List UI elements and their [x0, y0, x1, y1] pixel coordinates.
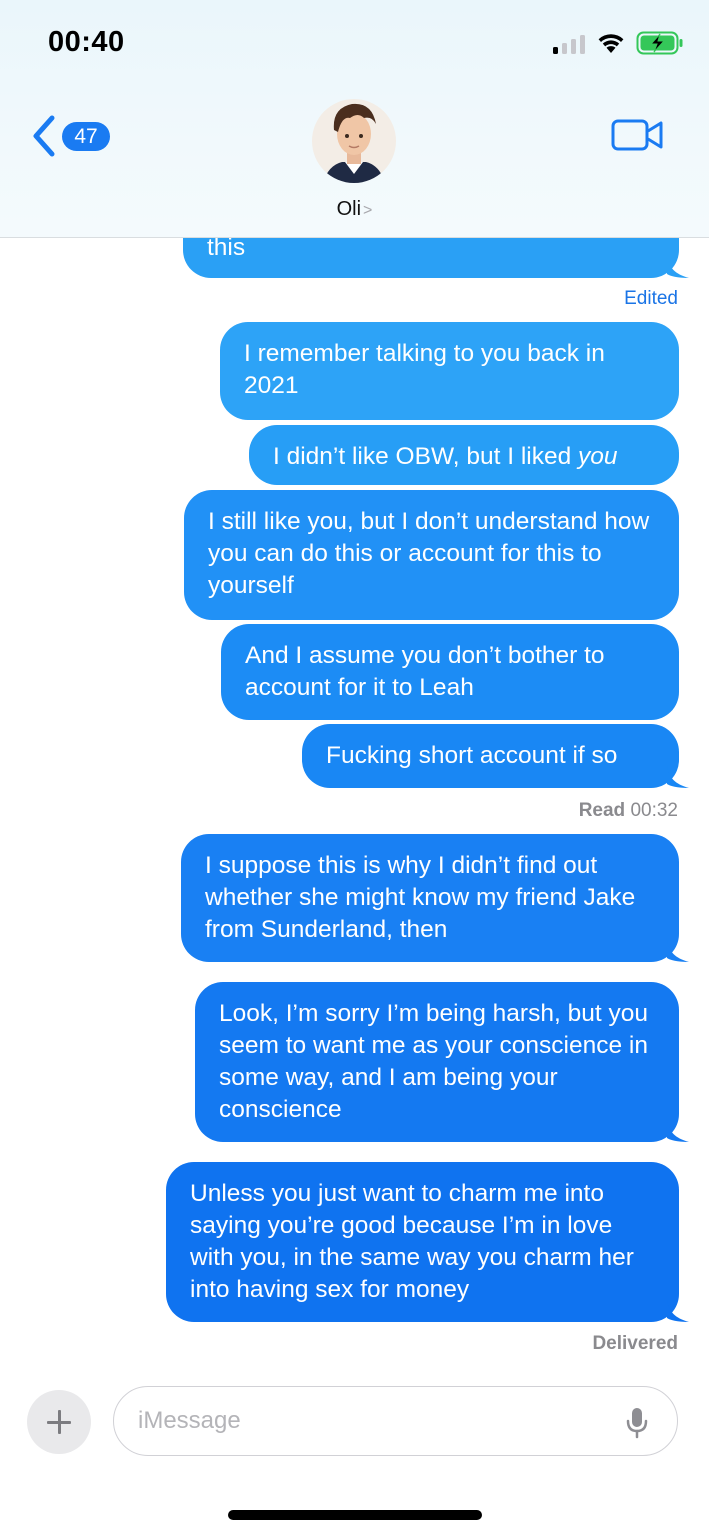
message-text: I still like you, but I don’t understand…	[208, 508, 650, 599]
signal-icon	[553, 34, 587, 54]
unread-count-badge: 47	[62, 122, 110, 151]
message-bubble[interactable]: I still like you, but I don’t understand…	[184, 490, 679, 620]
back-chevron-icon	[33, 115, 55, 157]
video-camera-icon[interactable]	[610, 115, 666, 155]
plus-icon[interactable]	[27, 1390, 91, 1454]
message-bubble[interactable]: Fucking short account if so	[302, 724, 679, 788]
wifi-icon	[598, 34, 624, 53]
read-time: 00:32	[630, 800, 678, 821]
contact-avatar[interactable]	[312, 94, 396, 188]
message-text: Fucking short account if so	[326, 742, 618, 769]
back-button[interactable]: 47	[28, 112, 118, 162]
message-text-italic: you	[578, 443, 618, 470]
battery-charging-icon	[636, 31, 683, 55]
home-indicator[interactable]	[228, 1510, 482, 1520]
chevron-right-icon: >	[363, 202, 373, 219]
delivered-label: Delivered	[592, 1333, 678, 1354]
message-bubble[interactable]: Look, I’m sorry I’m being harsh, but you…	[195, 982, 679, 1142]
conversation-header: 00:40 47 Oli >	[0, 0, 709, 238]
message-text: Unless you just want to charm me into sa…	[190, 1180, 634, 1303]
message-text: Look, I’m sorry I’m being harsh, but you…	[219, 1000, 648, 1123]
messages-screen: this Edited I remember talking to you ba…	[0, 0, 709, 1536]
contact-name: Oli	[336, 198, 362, 220]
message-bubble[interactable]: And I assume you don’t bother to account…	[221, 624, 679, 720]
message-text: this	[207, 234, 246, 261]
microphone-icon[interactable]	[624, 1406, 650, 1440]
message-text: I suppose this is why I didn’t find out …	[205, 852, 636, 943]
message-text: And I assume you don’t bother to account…	[245, 642, 605, 701]
read-label: Read	[578, 800, 626, 821]
contact-name-button[interactable]: Oli >	[0, 198, 709, 221]
message-text: I remember talking to you back in 2021	[244, 340, 605, 399]
message-bubble[interactable]: I suppose this is why I didn’t find out …	[181, 834, 679, 962]
read-receipt: Read 00:32	[579, 800, 678, 822]
message-bubble[interactable]: I didn’t like OBW, but I liked you	[249, 425, 679, 485]
message-input-field[interactable]	[113, 1386, 678, 1456]
message-bubble[interactable]: I remember talking to you back in 2021	[220, 322, 679, 420]
message-bubble[interactable]: Unless you just want to charm me into sa…	[166, 1162, 679, 1322]
imessage-input[interactable]	[138, 1401, 608, 1441]
status-time: 00:40	[48, 26, 125, 58]
edited-label[interactable]: Edited	[624, 288, 678, 310]
message-text: I didn’t like OBW, but I liked	[273, 443, 579, 470]
